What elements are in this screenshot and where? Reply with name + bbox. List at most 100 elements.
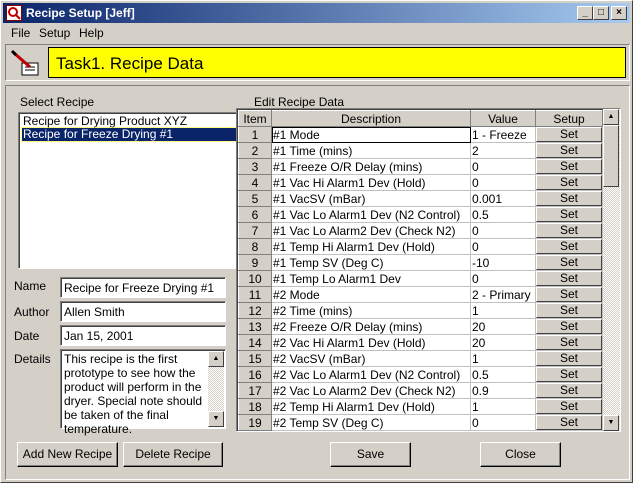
set-button[interactable]: Set (536, 191, 602, 206)
set-button[interactable]: Set (536, 399, 602, 414)
row-value[interactable]: 20 (470, 318, 536, 335)
recipe-listbox[interactable]: Recipe for Drying Product XYZ Recipe for… (18, 112, 255, 269)
row-value[interactable]: 0 (470, 158, 536, 175)
set-button[interactable]: Set (536, 207, 602, 222)
row-description[interactable]: #2 Vac Hi Alarm1 Dev (Hold) (271, 334, 471, 351)
column-header-item[interactable]: Item (238, 110, 272, 127)
recipe-data-grid[interactable]: Item Description Value Setup 1 #1 Mode 1 -… (236, 108, 621, 432)
scroll-up-icon[interactable]: ▲ (208, 351, 224, 367)
author-field[interactable]: Allen Smith (60, 301, 226, 322)
row-description[interactable]: #2 Vac Lo Alarm2 Dev (Check N2) (271, 382, 471, 399)
row-item-number: 17 (238, 382, 272, 399)
details-textarea[interactable]: This recipe is the first prototype to se… (60, 349, 226, 436)
row-value[interactable]: 0.5 (470, 206, 536, 223)
scroll-up-icon[interactable]: ▲ (603, 109, 619, 125)
set-button[interactable]: Set (536, 255, 602, 270)
row-description[interactable]: #2 Temp SV (Deg C) (271, 414, 471, 431)
row-description[interactable]: #1 Mode (271, 126, 471, 143)
row-description[interactable]: #1 Freeze O/R Delay (mins) (271, 158, 471, 175)
row-description[interactable]: #1 Time (mins) (271, 142, 471, 159)
set-button[interactable]: Set (536, 159, 602, 174)
row-value[interactable]: 1 (470, 350, 536, 367)
save-button[interactable]: Save (330, 442, 411, 467)
row-setup-cell: Set (535, 318, 603, 335)
row-description[interactable]: #2 Freeze O/R Delay (mins) (271, 318, 471, 335)
set-button[interactable]: Set (536, 367, 602, 382)
column-header-description[interactable]: Description (271, 110, 471, 127)
set-button[interactable]: Set (536, 223, 602, 238)
details-value: This recipe is the first prototype to se… (64, 352, 203, 436)
set-button[interactable]: Set (536, 319, 602, 334)
row-value[interactable]: 0 (470, 238, 536, 255)
row-item-number: 13 (238, 318, 272, 335)
set-button[interactable]: Set (536, 351, 602, 366)
add-new-recipe-button[interactable]: Add New Recipe (17, 442, 118, 467)
row-description[interactable]: #1 VacSV (mBar) (271, 190, 471, 207)
row-description[interactable]: #2 Vac Lo Alarm1 Dev (N2 Control) (271, 366, 471, 383)
set-button[interactable]: Set (536, 271, 602, 286)
row-value[interactable]: 0 (470, 174, 536, 191)
delete-recipe-button[interactable]: Delete Recipe (123, 442, 223, 467)
list-item-selected[interactable]: Recipe for Freeze Drying #1 (21, 127, 252, 142)
row-description[interactable]: #1 Temp SV (Deg C) (271, 254, 471, 271)
row-value[interactable]: 0.9 (470, 382, 536, 399)
row-value[interactable]: 2 (470, 142, 536, 159)
row-setup-cell: Set (535, 286, 603, 303)
set-button[interactable]: Set (536, 239, 602, 254)
table-row: 1 #1 Mode 1 - Freeze Set (238, 126, 603, 143)
row-setup-cell: Set (535, 142, 603, 159)
column-header-setup[interactable]: Setup (535, 110, 603, 127)
row-description[interactable]: #2 VacSV (mBar) (271, 350, 471, 367)
table-row: 14 #2 Vac Hi Alarm1 Dev (Hold) 20 Set (238, 334, 603, 351)
row-description[interactable]: #2 Mode (271, 286, 471, 303)
row-description[interactable]: #1 Vac Lo Alarm2 Dev (Check N2) (271, 222, 471, 239)
close-button[interactable]: Close (480, 442, 561, 467)
row-description[interactable]: #2 Time (mins) (271, 302, 471, 319)
row-value[interactable]: 0.001 (470, 190, 536, 207)
scroll-down-icon[interactable]: ▼ (603, 415, 619, 431)
table-row: 5 #1 VacSV (mBar) 0.001 Set (238, 190, 603, 207)
row-value[interactable]: 1 (470, 302, 536, 319)
date-field[interactable]: Jan 15, 2001 (60, 325, 226, 346)
row-value[interactable]: 1 (470, 398, 536, 415)
set-button[interactable]: Set (536, 287, 602, 302)
maximize-button[interactable]: □ (593, 6, 609, 20)
set-button[interactable]: Set (536, 175, 602, 190)
row-value[interactable]: 0 (470, 414, 536, 431)
details-scrollbar[interactable]: ▲ ▼ (208, 351, 224, 427)
row-value[interactable]: 20 (470, 334, 536, 351)
column-header-value[interactable]: Value (470, 110, 536, 127)
minimize-button[interactable]: _ (577, 6, 593, 20)
name-field[interactable]: Recipe for Freeze Drying #1 (60, 277, 226, 298)
row-description[interactable]: #1 Vac Hi Alarm1 Dev (Hold) (271, 174, 471, 191)
menu-setup[interactable]: Setup (39, 26, 70, 40)
scroll-down-icon[interactable]: ▼ (208, 411, 224, 427)
set-button[interactable]: Set (536, 383, 602, 398)
table-row: 16 #2 Vac Lo Alarm1 Dev (N2 Control) 0.5 Se… (238, 366, 603, 383)
set-button[interactable]: Set (536, 335, 602, 350)
row-item-number: 8 (238, 238, 272, 255)
row-description[interactable]: #2 Temp Hi Alarm1 Dev (Hold) (271, 398, 471, 415)
menu-help[interactable]: Help (79, 26, 104, 40)
row-description[interactable]: #1 Vac Lo Alarm1 Dev (N2 Control) (271, 206, 471, 223)
menu-file[interactable]: File (11, 26, 30, 40)
set-button[interactable]: Set (536, 127, 602, 142)
close-window-button[interactable]: × (611, 6, 627, 20)
grid-scrollbar[interactable]: ▲ ▼ (603, 109, 620, 431)
row-value[interactable]: -10 (470, 254, 536, 271)
title-bar[interactable]: Recipe Setup [Jeff] _ □ × (3, 3, 630, 23)
set-button[interactable]: Set (536, 303, 602, 318)
app-icon[interactable] (6, 5, 22, 21)
row-value[interactable]: 0 (470, 222, 536, 239)
row-description[interactable]: #1 Temp Lo Alarm1 Dev (271, 270, 471, 287)
row-setup-cell: Set (535, 158, 603, 175)
set-button[interactable]: Set (536, 143, 602, 158)
scroll-thumb[interactable] (603, 125, 619, 187)
row-value[interactable]: 0.5 (470, 366, 536, 383)
row-value[interactable]: 1 - Freeze (470, 126, 536, 143)
row-value[interactable]: 2 - Primary Dr (470, 286, 536, 303)
row-value[interactable]: 0 (470, 270, 536, 287)
row-item-number: 4 (238, 174, 272, 191)
row-description[interactable]: #1 Temp Hi Alarm1 Dev (Hold) (271, 238, 471, 255)
set-button[interactable]: Set (536, 415, 602, 430)
